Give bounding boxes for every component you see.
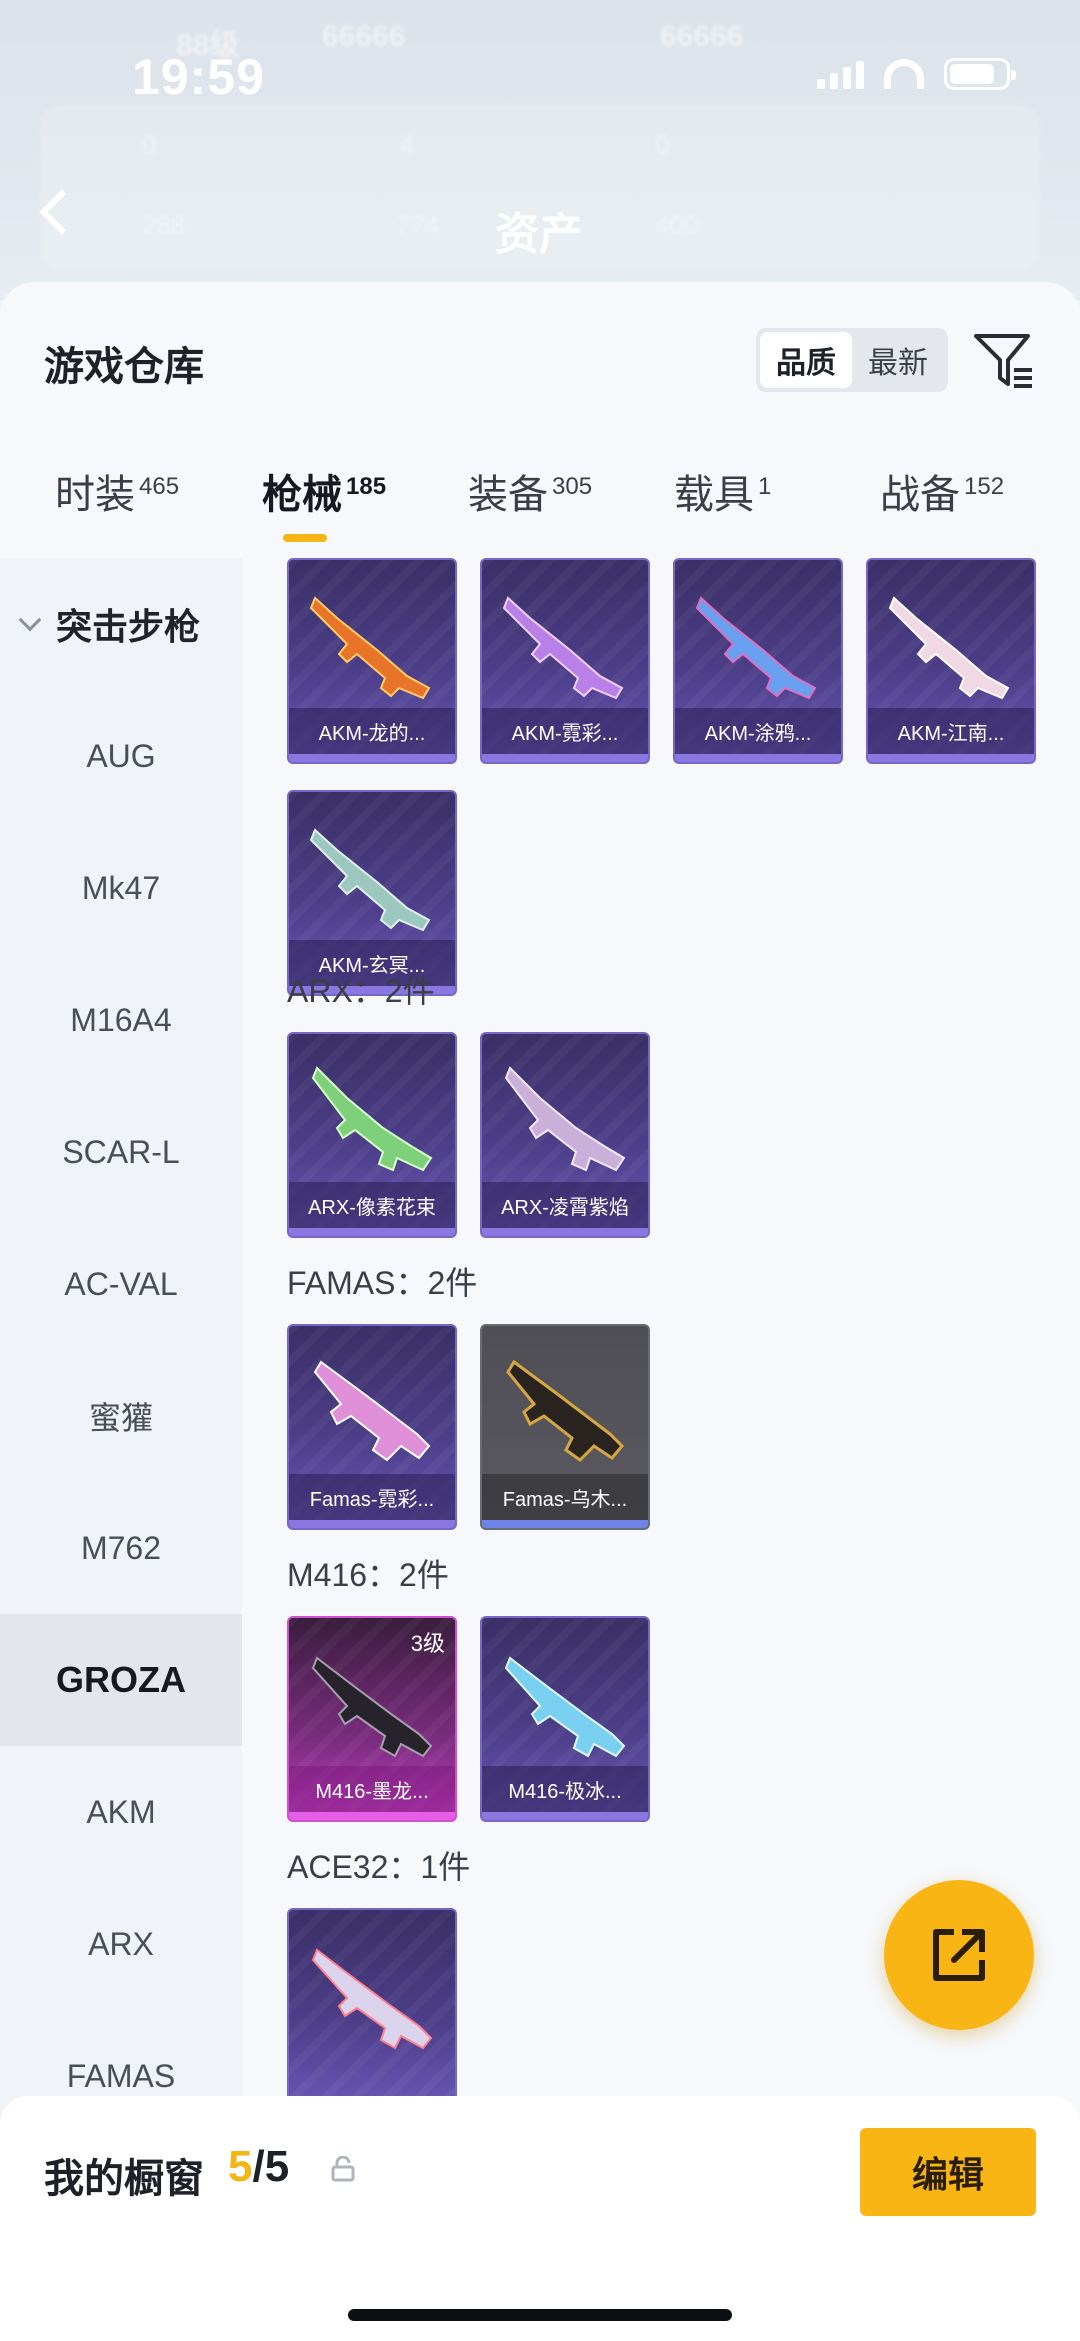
rifle-icon [888,596,1010,700]
weapon-grid: AKM-龙的... AKM-霓彩... AKM-涂鸦... AKM-江南... … [242,558,1080,2341]
sheet-title: 游戏仓库 [44,345,204,389]
filter-icon[interactable] [972,328,1036,392]
weapon-name: ARX-凌霄紫焰 [482,1182,648,1228]
tab-vehicles[interactable]: 载具 1 [674,462,771,520]
background-header: 88级 66666 66666 0 4 0 288 774 400 19:59 … [0,0,1080,300]
tab-firearms[interactable]: 枪械 185 [262,462,386,520]
group-label-ace32: ACE32：1件 [287,1849,471,1885]
bg-stat: 4 [400,130,415,160]
weapon-card[interactable]: AKM-涂鸦... [673,558,843,764]
bg-page-title: 资产 [495,210,583,259]
weapon-card[interactable]: AKM-霓彩... [480,558,650,764]
weapon-type-sidebar: 突击步枪 AUG Mk47 M16A4 SCAR-L AC-VAL 蜜獾 M76… [0,558,242,2341]
weapon-card[interactable]: Famas-乌木... [480,1324,650,1530]
rifle-icon [502,596,624,700]
rifle-icon [311,1066,433,1172]
rifle-icon [309,596,431,700]
rifle-icon [504,1066,626,1172]
sidebar-item-mk47[interactable]: Mk47 [0,822,242,954]
rifle-icon [695,596,817,700]
bg-gold-text: 66666 [660,20,744,53]
active-tab-indicator [283,534,327,542]
rifle-icon [309,828,431,932]
sidebar-item-m762[interactable]: M762 [0,1482,242,1614]
share-button[interactable] [884,1880,1034,2030]
rifle-icon [506,1359,625,1462]
weapon-name: AKM-江南... [868,708,1034,754]
sidebar-item-honey-badger[interactable]: 蜜獾 [0,1350,242,1482]
weapon-name: AKM-霓彩... [482,708,648,754]
weapon-card[interactable]: M416-极冰... [480,1616,650,1822]
weapon-card[interactable] [287,1908,457,2114]
weapon-card[interactable]: ARX-凌霄紫焰 [480,1032,650,1238]
battery-icon [944,58,1016,90]
bg-stat: 288 [142,210,186,240]
signal-icon [817,59,864,89]
sidebar-item-akm[interactable]: AKM [0,1746,242,1878]
showcase-total: /5 [252,2142,290,2191]
sidebar-item-scar-l[interactable]: SCAR-L [0,1086,242,1218]
sidebar-header-label: 突击步枪 [56,606,201,647]
sidebar-item-m16a4[interactable]: M16A4 [0,954,242,1086]
bg-coin-text: 66666 [322,20,406,53]
group-label-arx: ARX：2件 [287,973,435,1009]
weapon-card[interactable]: AKM-龙的... [287,558,457,764]
weapon-card[interactable]: 3级 M416-墨龙... [287,1616,457,1822]
lock-icon [331,2156,355,2182]
share-icon [933,1929,985,1981]
tab-battle-gear[interactable]: 战备 152 [880,462,1004,520]
chevron-down-icon [18,608,42,632]
weapon-name: M416-极冰... [482,1766,648,1812]
group-label-m416: M416：2件 [287,1557,449,1593]
showcase-label: 我的橱窗 [44,2157,204,2201]
sort-option-quality[interactable]: 品质 [760,332,852,388]
weapon-card[interactable]: ARX-像素花束 [287,1032,457,1238]
bg-stat: 400 [655,210,699,240]
weapon-name: M416-墨龙... [289,1766,455,1812]
rifle-icon [313,1360,431,1462]
rifle-icon [311,1656,433,1758]
weapon-name: AKM-龙的... [289,708,455,754]
sidebar-item-groza[interactable]: GROZA [0,1614,242,1746]
category-tabs: 时装 465 枪械 185 装备 305 载具 1 战备 152 [0,462,1080,562]
sidebar-item-aug[interactable]: AUG [0,690,242,822]
showcase-current: 5 [228,2142,253,2191]
tab-fashion[interactable]: 时装 465 [55,462,179,520]
weapon-card[interactable]: Famas-霓彩... [287,1324,457,1530]
status-time: 19:59 [132,49,265,105]
rifle-icon [311,1948,433,2050]
weapon-name: ARX-像素花束 [289,1182,455,1228]
status-icons [817,58,1016,90]
rifle-icon [504,1656,626,1758]
weapon-name: Famas-乌木... [482,1474,648,1520]
bg-stat: 0 [142,130,157,160]
showcase-count: 5/5 [228,2142,289,2192]
showcase-bar: 我的橱窗 5/5 编辑 [0,2096,1080,2341]
tab-equipment[interactable]: 装备 305 [468,462,592,520]
inventory-sheet: 游戏仓库 品质 最新 时装 465 枪械 185 装备 305 载具 1 战备 152 突… [0,282,1080,2341]
sidebar-item-ac-val[interactable]: AC-VAL [0,1218,242,1350]
weapon-card[interactable]: AKM-江南... [866,558,1036,764]
sidebar-item-arx[interactable]: ARX [0,1878,242,2010]
bg-stat: 774 [396,210,440,240]
sidebar-header-assault-rifle[interactable]: 突击步枪 [0,558,242,690]
bg-stat: 0 [655,130,670,160]
weapon-name: AKM-涂鸦... [675,708,841,754]
sort-toggle: 品质 最新 [756,328,948,392]
sort-option-latest[interactable]: 最新 [852,332,944,388]
group-label-famas: FAMAS：2件 [287,1265,478,1301]
edit-button[interactable]: 编辑 [860,2128,1036,2216]
wifi-icon [884,59,924,89]
weapon-name: Famas-霓彩... [289,1474,455,1520]
home-indicator[interactable] [348,2309,732,2321]
